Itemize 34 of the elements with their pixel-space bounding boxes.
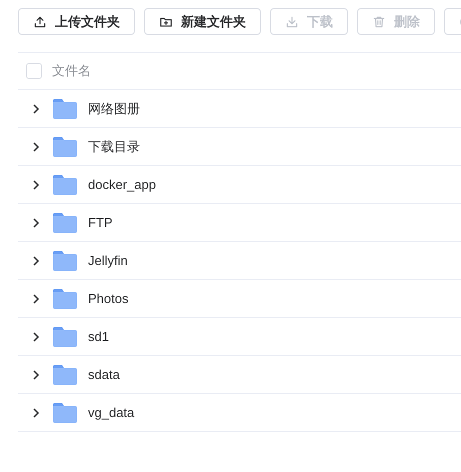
new-folder-button[interactable]: 新建文件夹 xyxy=(144,8,261,35)
folder-icon xyxy=(52,212,78,234)
folder-name[interactable]: sdata xyxy=(88,364,120,384)
folder-name[interactable]: docker_app xyxy=(88,174,156,194)
column-header: 文件名 xyxy=(52,62,91,80)
chevron-icon[interactable] xyxy=(32,218,40,228)
upload-button[interactable]: 上传文件夹 xyxy=(18,8,135,35)
chevron-icon[interactable] xyxy=(32,332,40,342)
trash-icon xyxy=(372,14,386,28)
chevron-icon[interactable] xyxy=(32,370,40,380)
folder-name[interactable]: FTP xyxy=(88,212,113,232)
folder-icon xyxy=(52,98,78,120)
chevron-icon[interactable] xyxy=(32,104,40,114)
folder-name[interactable]: 下载目录 xyxy=(88,136,140,156)
folder-name[interactable]: Photos xyxy=(88,288,128,308)
folder-icon xyxy=(52,136,78,158)
folder-icon xyxy=(52,250,78,272)
folder-icon xyxy=(52,326,78,348)
folder-name[interactable]: vg_data xyxy=(88,402,134,422)
folder-name[interactable]: sd1 xyxy=(88,326,109,346)
download-icon xyxy=(285,14,299,28)
folder-name[interactable]: 网络图册 xyxy=(88,98,140,118)
chevron-icon[interactable] xyxy=(32,408,40,418)
select-all-checkbox[interactable] xyxy=(26,63,42,79)
chevron-icon[interactable] xyxy=(32,256,40,266)
folder-name[interactable]: Jellyfin xyxy=(88,250,128,270)
folder-icon xyxy=(52,364,78,386)
folder-icon xyxy=(52,174,78,196)
upload-icon xyxy=(33,14,47,28)
chevron-icon[interactable] xyxy=(32,294,40,304)
chevron-icon[interactable] xyxy=(32,142,40,152)
chevron-icon[interactable] xyxy=(32,180,40,190)
folder-icon xyxy=(52,288,78,310)
folder-icon xyxy=(52,402,78,424)
